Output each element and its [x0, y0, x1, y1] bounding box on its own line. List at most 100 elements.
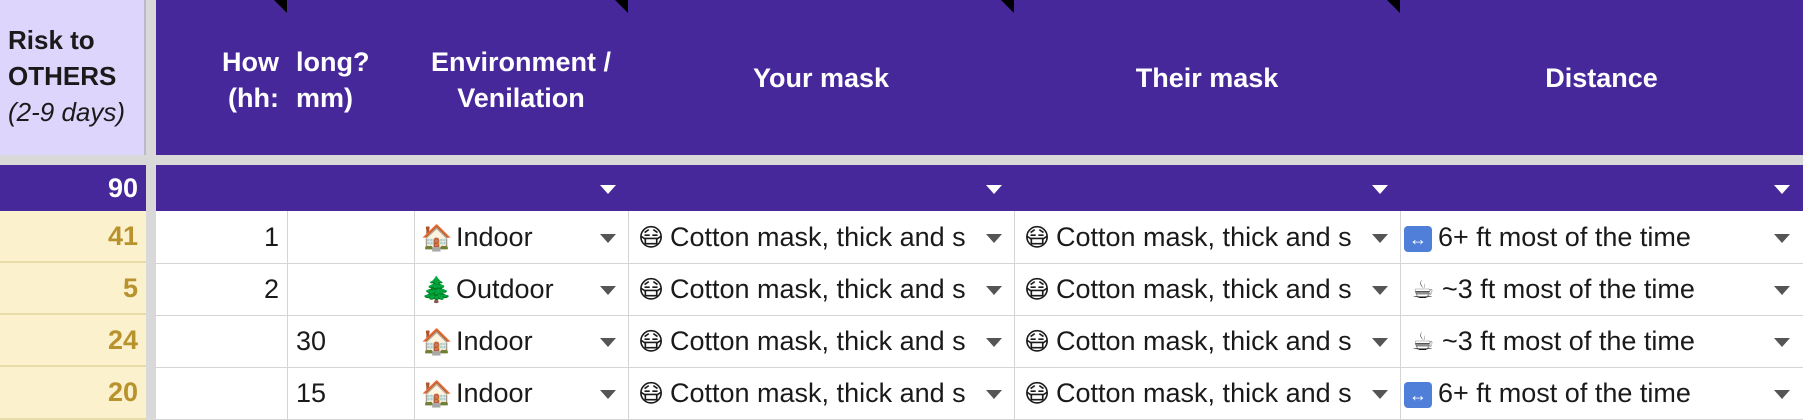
your-mask-cell[interactable]: 😷 Cotton mask, thick and s: [628, 263, 978, 315]
distance-value: ~3 ft most of the time: [1442, 274, 1695, 304]
masked-face-icon: 😷: [637, 328, 665, 356]
minutes-cell[interactable]: [287, 211, 414, 263]
environment-value: Indoor: [456, 326, 533, 356]
dropdown-arrow-icon[interactable]: [1372, 338, 1388, 347]
your-mask-value: Cotton mask, thick and s: [670, 274, 966, 304]
comment-marker-icon: [274, 0, 287, 13]
risk-subtitle: (2-9 days): [8, 97, 126, 127]
their-mask-value: Cotton mask, thick and s: [1056, 326, 1352, 356]
their-mask-value: Cotton mask, thick and s: [1056, 222, 1352, 252]
minutes-cell[interactable]: 15: [287, 367, 414, 419]
environment-value: Indoor: [456, 378, 533, 408]
dropdown-arrow-icon[interactable]: [986, 286, 1002, 295]
house-icon: 🏠: [421, 380, 453, 408]
hours-cell[interactable]: 1: [156, 211, 287, 263]
your-mask-cell[interactable]: 😷 Cotton mask, thick and s: [628, 211, 978, 263]
header-their-mask[interactable]: Their mask: [1014, 0, 1400, 155]
environment-value: Indoor: [456, 222, 533, 252]
your-mask-cell[interactable]: 😷 Cotton mask, thick and s: [628, 315, 978, 367]
environment-cell[interactable]: 🏠 Indoor: [414, 367, 628, 419]
header-distance[interactable]: Distance: [1400, 0, 1803, 155]
risk-value-cell[interactable]: 20: [0, 367, 146, 420]
their-mask-cell[interactable]: 😷 Cotton mask, thick and s: [1014, 211, 1364, 263]
dropdown-arrow-icon[interactable]: [1774, 338, 1790, 347]
dropdown-arrow-icon[interactable]: [986, 390, 1002, 399]
filter-dropdown-icon[interactable]: [600, 185, 616, 194]
distance-value: ~3 ft most of the time: [1442, 326, 1695, 356]
header-how-long-hh-label: How (hh:: [222, 47, 279, 113]
dropdown-arrow-icon[interactable]: [1774, 286, 1790, 295]
masked-face-icon: 😷: [637, 276, 665, 304]
risk-title-line2: OTHERS: [8, 61, 117, 91]
risk-title-line1: Risk to: [8, 25, 95, 55]
risk-column-header[interactable]: Risk to OTHERS (2-9 days): [0, 0, 146, 155]
their-mask-value: Cotton mask, thick and s: [1056, 378, 1352, 408]
dropdown-arrow-icon[interactable]: [986, 338, 1002, 347]
minutes-cell[interactable]: [287, 263, 414, 315]
dropdown-arrow-icon[interactable]: [1774, 234, 1790, 243]
header-distance-label: Distance: [1545, 63, 1658, 93]
dropdown-arrow-icon[interactable]: [600, 234, 616, 243]
dropdown-arrow-icon[interactable]: [1372, 234, 1388, 243]
dropdown-arrow-icon[interactable]: [1372, 286, 1388, 295]
distance-cell[interactable]: ☕ ~3 ft most of the time: [1400, 263, 1766, 315]
risk-total[interactable]: 90: [0, 165, 146, 211]
masked-face-icon: 😷: [1023, 224, 1051, 252]
your-mask-cell[interactable]: 😷 Cotton mask, thick and s: [628, 367, 978, 419]
filter-row: [156, 165, 1803, 211]
dropdown-arrow-icon[interactable]: [1774, 390, 1790, 399]
header-your-mask-label: Your mask: [752, 63, 890, 93]
dropdown-arrow-icon[interactable]: [1372, 390, 1388, 399]
masked-face-icon: 😷: [1023, 276, 1051, 304]
distance-value: 6+ ft most of the time: [1438, 378, 1691, 408]
environment-value: Outdoor: [456, 274, 554, 304]
environment-cell[interactable]: 🏠 Indoor: [414, 315, 628, 367]
risk-value-cell[interactable]: 24: [0, 315, 146, 367]
spreadsheet: Risk to OTHERS (2-9 days) How (hh: long?…: [0, 0, 1803, 420]
risk-value-cell[interactable]: 41: [0, 211, 146, 263]
distance-cell[interactable]: ☕ ~3 ft most of the time: [1400, 315, 1766, 367]
your-mask-value: Cotton mask, thick and s: [670, 378, 966, 408]
filter-dropdown-icon[interactable]: [1774, 185, 1790, 194]
their-mask-cell[interactable]: 😷 Cotton mask, thick and s: [1014, 315, 1364, 367]
filter-dropdown-icon[interactable]: [1372, 185, 1388, 194]
coffee-icon: ☕: [1411, 276, 1435, 304]
masked-face-icon: 😷: [637, 380, 665, 408]
their-mask-cell[interactable]: 😷 Cotton mask, thick and s: [1014, 367, 1364, 419]
hours-cell[interactable]: [156, 315, 287, 367]
distance-cell[interactable]: ↔ 6+ ft most of the time: [1400, 211, 1766, 263]
tree-icon: 🌲: [421, 276, 453, 304]
their-mask-cell[interactable]: 😷 Cotton mask, thick and s: [1014, 263, 1364, 315]
comment-marker-icon: [1387, 0, 1400, 13]
header-how-long-hh[interactable]: How (hh:: [156, 0, 287, 155]
header-how-long-mm[interactable]: long? mm): [287, 0, 414, 155]
hours-cell[interactable]: [156, 367, 287, 419]
distance-cell[interactable]: ↔ 6+ ft most of the time: [1400, 367, 1766, 419]
masked-face-icon: 😷: [1023, 328, 1051, 356]
environment-cell[interactable]: 🏠 Indoor: [414, 211, 628, 263]
comment-marker-icon: [1001, 0, 1014, 13]
dropdown-arrow-icon[interactable]: [986, 234, 1002, 243]
dropdown-arrow-icon[interactable]: [600, 286, 616, 295]
masked-face-icon: 😷: [1023, 380, 1051, 408]
environment-cell[interactable]: 🌲 Outdoor: [414, 263, 628, 315]
frozen-column-divider[interactable]: [146, 0, 156, 420]
comment-marker-icon: [615, 0, 628, 13]
left-right-arrow-icon: ↔: [1404, 225, 1432, 252]
minutes-cell[interactable]: 30: [287, 315, 414, 367]
header-your-mask[interactable]: Your mask: [628, 0, 1014, 155]
their-mask-value: Cotton mask, thick and s: [1056, 274, 1352, 304]
left-right-arrow-icon: ↔: [1404, 381, 1432, 408]
header-how-long-mm-label: long? mm): [296, 47, 370, 113]
filter-dropdown-icon[interactable]: [986, 185, 1002, 194]
frozen-row-divider[interactable]: [0, 155, 1803, 165]
house-icon: 🏠: [421, 328, 453, 356]
header-environment-label: Environment / Venilation: [430, 47, 612, 113]
your-mask-value: Cotton mask, thick and s: [670, 326, 966, 356]
risk-value-cell[interactable]: 5: [0, 263, 146, 315]
header-environment[interactable]: Environment / Venilation: [414, 0, 628, 155]
distance-value: 6+ ft most of the time: [1438, 222, 1691, 252]
hours-cell[interactable]: 2: [156, 263, 287, 315]
dropdown-arrow-icon[interactable]: [600, 338, 616, 347]
dropdown-arrow-icon[interactable]: [600, 390, 616, 399]
